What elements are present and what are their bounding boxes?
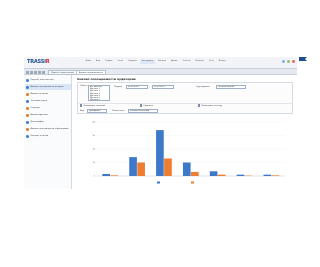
menu-item[interactable]: Окна: [116, 60, 124, 64]
refresh-icon[interactable]: [38, 70, 41, 74]
sidebar-item-label: Анализ по часам: [30, 93, 49, 95]
trassir-logo: TRASSIR: [27, 59, 50, 65]
report-icon: [26, 92, 29, 96]
chart-bar: [271, 175, 280, 176]
legend-swatch: [191, 181, 194, 184]
y-tick-label: 30: [92, 135, 95, 137]
trassir-window: TRASSIR Файл Вид Сервис Окна Справка Настройк…: [24, 57, 297, 189]
menu-item[interactable]: Помощь: [194, 60, 206, 64]
close-icon[interactable]: [292, 60, 295, 63]
y-tick-label: 0: [94, 176, 96, 178]
y-tick-label: 20: [92, 149, 95, 151]
sidebar-item[interactable]: Очереди: [25, 105, 71, 111]
y-tick-label: 40: [92, 122, 95, 124]
compare-checkbox[interactable]: Сравнить: [140, 104, 153, 107]
sidebar-item[interactable]: Подсчёт посетителей: [25, 77, 71, 83]
legend-swatch: [157, 181, 160, 184]
menu-item[interactable]: Сервис: [104, 60, 114, 64]
metric-select[interactable]: Количество входов: [128, 109, 158, 113]
checkbox-icon: [198, 104, 201, 107]
chart-bar: [209, 171, 218, 176]
sidebar-item[interactable]: Экспорт отчётов: [25, 133, 71, 139]
chart-bar: [156, 130, 164, 176]
top-menu: Файл Вид Сервис Окна Справка Настройки Каналы А…: [84, 60, 227, 64]
menu-item[interactable]: Отчёты: [181, 60, 192, 64]
minimize-icon[interactable]: [282, 60, 285, 63]
chart-bar: [129, 157, 137, 176]
date-dash: –: [149, 85, 150, 88]
chart-bar: [217, 174, 226, 176]
filter-panel: Объекты Все объекты Магазин 1 Магазин 2 Маг…: [77, 82, 293, 114]
objects-listbox[interactable]: Все объекты Магазин 1 Магазин 2 Магазин 3 Ма…: [88, 85, 110, 101]
chart-bar: [137, 162, 145, 176]
attendance-bar-chart: 40 30 20 10 0: [92, 122, 285, 184]
menu-item[interactable]: Каналы: [157, 60, 168, 64]
page-title: Анализ посещаемости аудитории: [77, 77, 136, 81]
menu-item[interactable]: Вид: [95, 60, 102, 64]
corner-flag-icon: [299, 57, 307, 61]
show-legend-checkbox[interactable]: Показывать легенду: [198, 104, 222, 107]
maximize-icon[interactable]: [287, 60, 290, 63]
period-label: Период: [114, 85, 122, 88]
sidebar-item-label: Анализ посещаемости с фильтрами: [30, 128, 69, 130]
metric-label: Показатель: [112, 109, 125, 112]
checkbox-icon: [140, 104, 143, 107]
back-icon[interactable]: [26, 70, 29, 74]
menu-item[interactable]: Настройки: [140, 60, 155, 64]
report-icon: [26, 78, 29, 82]
title-bar: TRASSIR Файл Вид Сервис Окна Справка Настройк…: [24, 57, 297, 69]
sidebar-item[interactable]: Анализ посещаемости с фильтрами: [25, 126, 71, 132]
group-label: Группировка: [196, 85, 210, 88]
sidebar-item-label: Очереди: [30, 107, 40, 109]
report-icon: [26, 134, 29, 138]
sidebar-item-label: Демография: [30, 121, 44, 123]
menu-item[interactable]: Файл: [84, 60, 93, 64]
sidebar-item-label: Анализ посещаемости по дням: [30, 86, 64, 88]
sidebar-item[interactable]: Анализ по часам: [25, 91, 71, 97]
edit-icon[interactable]: [42, 70, 45, 74]
group-select[interactable]: По дням недели: [216, 85, 246, 89]
sidebar-item-label: Тепловая карта: [30, 100, 48, 102]
view-label: Вид: [80, 109, 85, 112]
chart-bar: [110, 175, 119, 176]
chart-bar: [102, 173, 111, 176]
date-from-field[interactable]: 01.03.2021: [126, 85, 148, 89]
report-icon: [26, 120, 29, 124]
forward-icon[interactable]: [30, 70, 33, 74]
chart-bar: [182, 162, 191, 176]
show-values-checkbox[interactable]: Показывать значения: [80, 104, 105, 107]
filter-divider: [79, 102, 293, 104]
sidebar-item[interactable]: Демография: [25, 119, 71, 125]
y-tick-label: 10: [92, 162, 95, 164]
sidebar-item-label: Анализ времени: [30, 114, 48, 116]
sidebar-item-label: Подсчёт посетителей: [30, 79, 54, 81]
sidebar-item[interactable]: Анализ времени: [25, 112, 71, 118]
chart-bar: [191, 171, 199, 176]
chart-bar: [236, 174, 245, 176]
chart-bar: [164, 158, 172, 176]
main-panel: Анализ посещаемости аудитории Объекты Вс…: [74, 75, 297, 189]
report-icon: [26, 127, 29, 131]
sidebar-item[interactable]: Тепловая карта: [25, 98, 71, 104]
report-icon: [26, 99, 29, 103]
date-to-field[interactable]: 31.03.2021: [152, 85, 174, 89]
home-icon[interactable]: [34, 70, 37, 74]
sidebar-item-label: Экспорт отчётов: [30, 135, 49, 137]
checkbox-icon: [80, 104, 83, 107]
sidebar-item[interactable]: Анализ посещаемости по дням: [25, 84, 71, 90]
report-icon: [26, 106, 29, 110]
chart-bar: [263, 174, 272, 176]
menu-item[interactable]: Архив: [170, 60, 179, 64]
report-icon: [26, 113, 29, 117]
menu-item[interactable]: Сеть: [207, 60, 215, 64]
report-icon: [26, 85, 29, 89]
sidebar: Подсчёт посетителей Анализ посещаемости п…: [24, 75, 72, 189]
view-select[interactable]: Диаграмма: [87, 109, 107, 113]
menu-item[interactable]: Справка: [126, 60, 138, 64]
menu-item[interactable]: Выход: [217, 60, 227, 64]
